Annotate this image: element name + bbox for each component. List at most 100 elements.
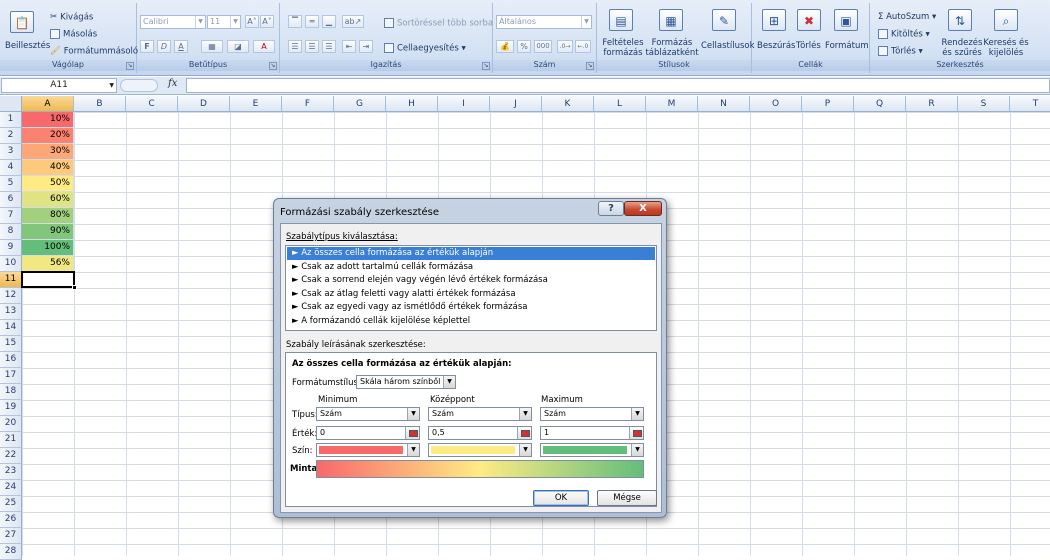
formula-input[interactable] bbox=[186, 78, 1050, 93]
align-center-icon[interactable]: ☰ bbox=[305, 40, 319, 53]
column-header[interactable]: J bbox=[490, 96, 542, 112]
delete-cells-icon[interactable]: ✖ bbox=[797, 9, 821, 31]
percent-button[interactable]: % bbox=[517, 40, 531, 53]
row-header[interactable]: 1 bbox=[0, 112, 22, 128]
row-header[interactable]: 27 bbox=[0, 528, 22, 544]
underline-button[interactable]: A bbox=[174, 40, 188, 53]
name-box[interactable]: A11 ▼ bbox=[1, 78, 117, 93]
cell-a5[interactable]: 50% bbox=[22, 176, 74, 192]
column-header[interactable]: P bbox=[802, 96, 854, 112]
number-launcher-icon[interactable]: ↘ bbox=[586, 62, 594, 70]
insert-cells-icon[interactable]: ⊞ bbox=[762, 9, 786, 31]
column-header[interactable]: D bbox=[178, 96, 230, 112]
row-header[interactable]: 28 bbox=[0, 544, 22, 560]
delete-button[interactable]: Törlés bbox=[796, 41, 821, 51]
fill-handle[interactable] bbox=[72, 285, 77, 290]
clipboard-launcher-icon[interactable]: ↘ bbox=[126, 62, 134, 70]
cell-styles-icon[interactable]: ✎ bbox=[712, 9, 736, 31]
column-header[interactable]: K bbox=[542, 96, 594, 112]
formula-controls[interactable] bbox=[120, 79, 158, 92]
align-left-icon[interactable]: ☰ bbox=[288, 40, 302, 53]
cell-a7[interactable]: 80% bbox=[22, 208, 74, 224]
rule-type-item[interactable]: ► Az összes cella formázása az értékük a… bbox=[287, 247, 655, 260]
row-header[interactable]: 24 bbox=[0, 480, 22, 496]
align-top-icon[interactable]: ▔ bbox=[288, 15, 302, 28]
paste-button[interactable]: Beillesztés bbox=[5, 41, 50, 51]
cell-a9[interactable]: 100% bbox=[22, 240, 74, 256]
sort-filter-icon[interactable]: ⇅ bbox=[948, 9, 972, 31]
cell-styles-button[interactable]: Cellastílusok bbox=[701, 41, 755, 51]
help-button[interactable]: ? bbox=[598, 201, 624, 216]
row-header[interactable]: 7 bbox=[0, 208, 22, 224]
column-header[interactable]: I bbox=[438, 96, 490, 112]
rule-type-item[interactable]: ► Csak az adott tartalmú cellák formázás… bbox=[287, 261, 655, 274]
row-header[interactable]: 19 bbox=[0, 400, 22, 416]
align-bottom-icon[interactable]: ▁ bbox=[322, 15, 336, 28]
active-cell[interactable] bbox=[21, 271, 75, 288]
range-picker-icon[interactable] bbox=[405, 427, 419, 439]
min-color-select[interactable]: ▼ bbox=[316, 443, 420, 457]
select-all-corner[interactable] bbox=[0, 96, 22, 112]
row-header[interactable]: 22 bbox=[0, 448, 22, 464]
cell-a6[interactable]: 60% bbox=[22, 192, 74, 208]
font-launcher-icon[interactable]: ↘ bbox=[269, 62, 277, 70]
row-header[interactable]: 10 bbox=[0, 256, 22, 272]
column-header[interactable]: E bbox=[230, 96, 282, 112]
rule-type-item[interactable]: ► Csak a sorrend elején vagy végén lévő … bbox=[287, 274, 655, 287]
column-header[interactable]: O bbox=[750, 96, 802, 112]
bold-button[interactable]: F bbox=[140, 40, 154, 53]
row-header[interactable]: 26 bbox=[0, 512, 22, 528]
autosum-button[interactable]: Σ AutoSzum ▾ bbox=[878, 12, 936, 22]
cancel-button[interactable]: Mégse bbox=[597, 490, 657, 506]
decrease-indent-icon[interactable]: ⇤ bbox=[342, 40, 356, 53]
mid-color-select[interactable]: ▼ bbox=[428, 443, 532, 457]
font-color-icon[interactable]: A bbox=[253, 40, 275, 53]
fill-button[interactable]: Kitöltés ▾ bbox=[878, 29, 930, 40]
font-name-combo[interactable]: Calibri ▼ bbox=[140, 15, 206, 29]
align-middle-icon[interactable]: ═ bbox=[305, 15, 319, 28]
cell-a3[interactable]: 30% bbox=[22, 144, 74, 160]
rule-type-item[interactable]: ► Csak az átlag feletti vagy alatti érté… bbox=[287, 288, 655, 301]
number-format-combo[interactable]: Általános ▼ bbox=[496, 15, 592, 29]
format-table-icon[interactable]: ▦ bbox=[659, 9, 683, 31]
cell-a2[interactable]: 20% bbox=[22, 128, 74, 144]
find-select-button[interactable]: Keresés és kijelölés bbox=[983, 38, 1029, 58]
thousands-button[interactable]: 000 bbox=[534, 40, 552, 53]
copy-button[interactable]: Másolás bbox=[50, 29, 97, 40]
cell-a1[interactable]: 10% bbox=[22, 112, 74, 128]
format-cells-icon[interactable]: ▣ bbox=[834, 9, 858, 31]
row-header[interactable]: 13 bbox=[0, 304, 22, 320]
column-header[interactable]: T bbox=[1010, 96, 1050, 112]
format-painter-button[interactable]: 🖌 Formátummásoló bbox=[50, 46, 138, 57]
column-header[interactable]: H bbox=[386, 96, 438, 112]
currency-icon[interactable]: 💰 bbox=[496, 40, 514, 53]
row-header[interactable]: 14 bbox=[0, 320, 22, 336]
grow-font-button[interactable]: A˄ bbox=[245, 15, 259, 28]
insert-button[interactable]: Beszúrás bbox=[757, 41, 795, 51]
row-header[interactable]: 5 bbox=[0, 176, 22, 192]
column-header[interactable]: F bbox=[282, 96, 334, 112]
italic-button[interactable]: D bbox=[157, 40, 171, 53]
column-header[interactable]: G bbox=[334, 96, 386, 112]
row-header[interactable]: 25 bbox=[0, 496, 22, 512]
decrease-decimal-icon[interactable]: ←.0 bbox=[575, 40, 591, 53]
min-value-input[interactable]: 0 bbox=[316, 426, 420, 440]
row-header[interactable]: 17 bbox=[0, 368, 22, 384]
range-picker-icon[interactable] bbox=[629, 427, 643, 439]
format-style-select[interactable]: Skála három színből ▼ bbox=[356, 375, 456, 389]
wrap-text-button[interactable]: Sortöréssel több sorba bbox=[384, 18, 493, 29]
alignment-launcher-icon[interactable]: ↘ bbox=[482, 62, 490, 70]
binoculars-icon[interactable]: ⌕ bbox=[994, 9, 1018, 31]
max-value-input[interactable]: 1 bbox=[540, 426, 644, 440]
conditional-format-button[interactable]: Feltételes formázás bbox=[600, 38, 646, 58]
row-header[interactable]: 4 bbox=[0, 160, 22, 176]
merge-button[interactable]: Cellaegyesítés ▾ bbox=[384, 43, 466, 54]
mid-value-input[interactable]: 0,5 bbox=[428, 426, 532, 440]
cut-button[interactable]: ✂ Kivágás bbox=[50, 12, 93, 23]
max-type-select[interactable]: Szám ▼ bbox=[540, 407, 644, 421]
rule-type-item[interactable]: ► Csak az egyedi vagy az ismétlődő érték… bbox=[287, 301, 655, 314]
cell-a8[interactable]: 90% bbox=[22, 224, 74, 240]
format-button[interactable]: Formátum bbox=[825, 41, 869, 51]
conditional-format-icon[interactable]: ▤ bbox=[609, 9, 633, 31]
border-icon[interactable]: ▦ bbox=[201, 40, 223, 53]
